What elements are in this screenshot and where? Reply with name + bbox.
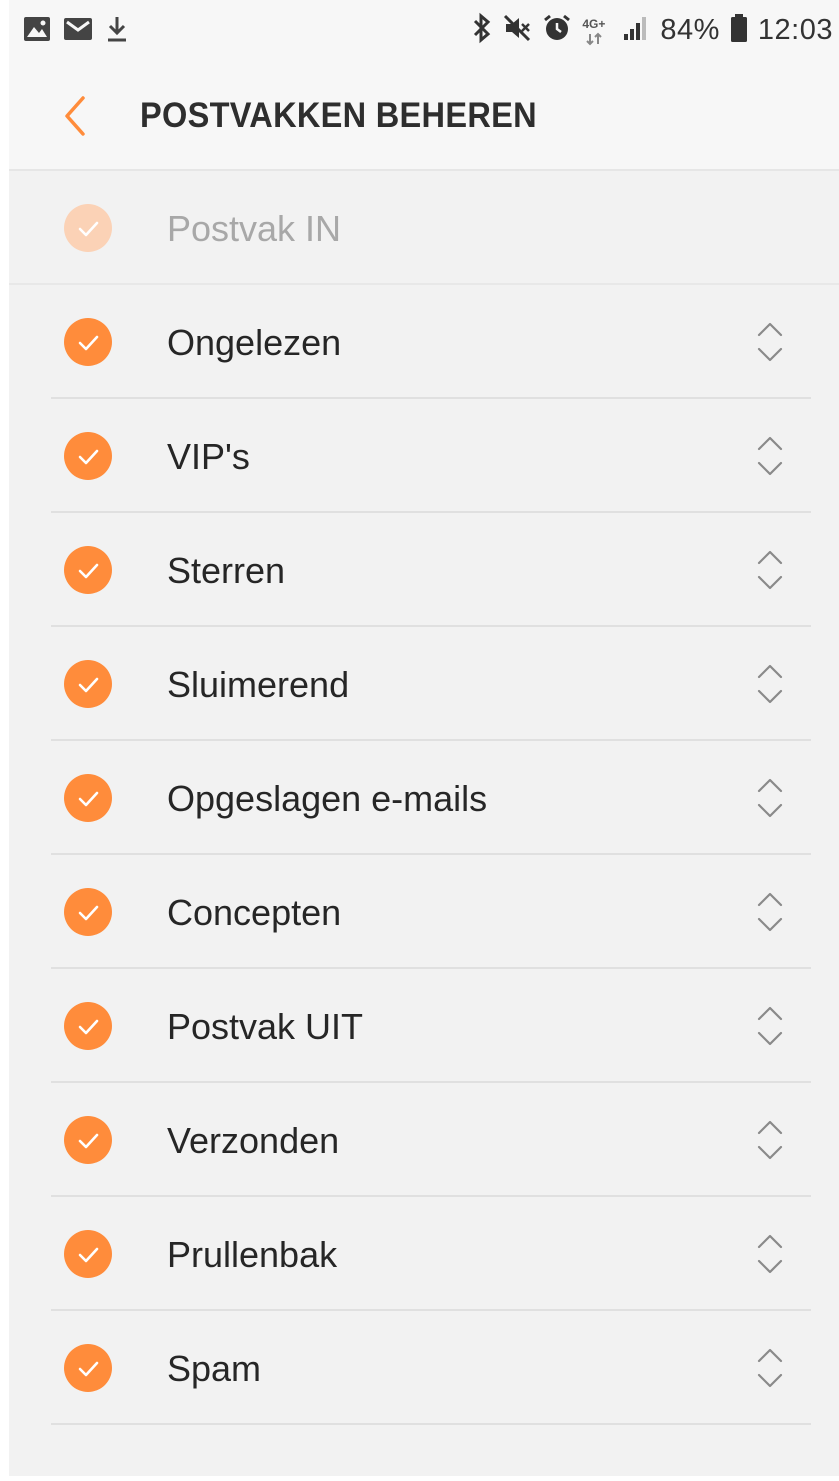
checkmark-icon xyxy=(78,677,99,693)
network-4g-icon: 4G+ xyxy=(582,15,612,47)
checkmark-icon xyxy=(78,905,99,921)
mailbox-checkbox[interactable] xyxy=(64,1344,112,1392)
mailbox-checkbox xyxy=(64,204,112,252)
mailbox-row[interactable]: Postvak UIT xyxy=(9,969,839,1083)
mailbox-checkbox[interactable] xyxy=(64,546,112,594)
app-header: POSTVAKKEN BEHEREN xyxy=(9,66,839,171)
mailbox-row[interactable]: VIP's xyxy=(9,399,839,513)
checkmark-icon xyxy=(78,221,99,237)
checkmark-icon xyxy=(78,1019,99,1035)
row-divider xyxy=(51,1423,811,1425)
clock: 12:03 xyxy=(757,14,833,46)
checkmark-icon xyxy=(78,449,99,465)
back-button[interactable] xyxy=(57,94,97,138)
checkmark-icon xyxy=(78,563,99,579)
reorder-icon xyxy=(757,664,783,704)
reorder-handle[interactable] xyxy=(755,889,785,935)
reorder-icon xyxy=(757,550,783,590)
battery-percentage: 84% xyxy=(660,14,720,46)
notification-icons xyxy=(23,15,129,43)
mailbox-row[interactable]: Concepten xyxy=(9,855,839,969)
mute-icon xyxy=(502,13,532,48)
signal-strength-icon xyxy=(622,14,650,47)
mailbox-checkbox[interactable] xyxy=(64,660,112,708)
mailbox-row[interactable]: Opgeslagen e-mails xyxy=(9,741,839,855)
checkmark-icon xyxy=(78,1133,99,1149)
mailbox-label: Sterren xyxy=(167,550,286,591)
mailbox-row[interactable]: Sluimerend xyxy=(9,627,839,741)
mailbox-row[interactable]: Spam xyxy=(9,1311,839,1425)
battery-icon xyxy=(730,13,748,48)
reorder-handle[interactable] xyxy=(755,319,785,365)
mailbox-label: Sluimerend xyxy=(167,664,350,705)
back-arrow-icon xyxy=(65,96,85,136)
mailbox-checkbox[interactable] xyxy=(64,318,112,366)
mailbox-label: Opgeslagen e-mails xyxy=(167,778,488,819)
gallery-icon xyxy=(23,16,51,42)
mailbox-checkbox[interactable] xyxy=(64,1002,112,1050)
mailbox-label: Ongelezen xyxy=(167,322,342,363)
reorder-handle[interactable] xyxy=(755,661,785,707)
alarm-icon xyxy=(542,13,572,48)
mailbox-checkbox[interactable] xyxy=(64,432,112,480)
mailbox-label: Concepten xyxy=(167,892,342,933)
bluetooth-icon xyxy=(472,12,492,49)
mailbox-checkbox[interactable] xyxy=(64,774,112,822)
checkmark-icon xyxy=(78,1361,99,1377)
reorder-icon xyxy=(757,778,783,818)
checkmark-icon xyxy=(78,791,99,807)
mailbox-row[interactable]: Sterren xyxy=(9,513,839,627)
reorder-handle[interactable] xyxy=(755,1231,785,1277)
mailbox-label: Spam xyxy=(167,1348,262,1389)
mailbox-row[interactable]: Verzonden xyxy=(9,1083,839,1197)
reorder-icon xyxy=(757,1006,783,1046)
status-bar: 4G+ 84% 12:03 xyxy=(9,0,839,66)
mailbox-label: Postvak IN xyxy=(167,208,342,249)
app-screen: 4G+ 84% 12:03 POSTVAKKEN BEHEREN Postvak… xyxy=(9,0,839,1476)
reorder-icon xyxy=(757,1348,783,1388)
mailbox-checkbox[interactable] xyxy=(64,1230,112,1278)
mailbox-label: Verzonden xyxy=(167,1120,340,1161)
email-notification-icon xyxy=(63,16,93,42)
system-icons: 4G+ 84% 12:03 xyxy=(472,12,833,49)
mailbox-label: VIP's xyxy=(167,436,250,477)
reorder-icon xyxy=(757,436,783,476)
reorder-handle[interactable] xyxy=(755,1345,785,1391)
reorder-handle[interactable] xyxy=(755,547,785,593)
mailbox-list: Postvak IN Ongelezen VIP's Sterren Sluimeren… xyxy=(9,171,839,1425)
reorder-icon xyxy=(757,1120,783,1160)
mailbox-row[interactable]: Prullenbak xyxy=(9,1197,839,1311)
mailbox-label: Prullenbak xyxy=(167,1234,338,1275)
reorder-handle[interactable] xyxy=(755,775,785,821)
reorder-handle[interactable] xyxy=(755,1003,785,1049)
mailbox-row[interactable]: Ongelezen xyxy=(9,285,839,399)
reorder-handle[interactable] xyxy=(755,1117,785,1163)
checkmark-icon xyxy=(78,335,99,351)
page-title: POSTVAKKEN BEHEREN xyxy=(140,96,537,135)
checkmark-icon xyxy=(78,1247,99,1263)
reorder-icon xyxy=(757,322,783,362)
mailbox-checkbox[interactable] xyxy=(64,888,112,936)
reorder-handle[interactable] xyxy=(755,433,785,479)
mailbox-checkbox[interactable] xyxy=(64,1116,112,1164)
mailbox-row: Postvak IN xyxy=(9,171,839,285)
mailbox-label: Postvak UIT xyxy=(167,1006,364,1047)
download-icon xyxy=(105,15,129,43)
reorder-icon xyxy=(757,1234,783,1274)
reorder-icon xyxy=(757,892,783,932)
